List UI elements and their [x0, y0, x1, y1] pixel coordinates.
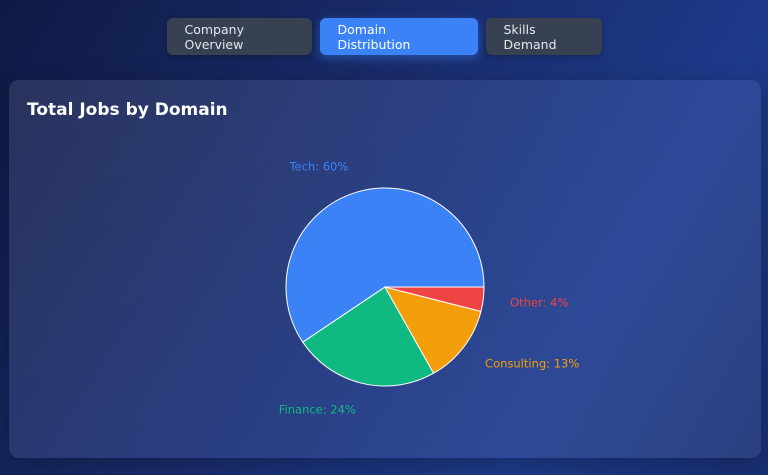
tab-company-overview[interactable]: Company Overview	[166, 18, 312, 55]
pie-chart: Tech: 60% Finance: 24% Consulting: 13% Othe…	[279, 159, 580, 417]
pie-label-other: Other: 4%	[510, 296, 568, 310]
pie-label-finance: Finance: 24%	[279, 403, 356, 417]
tab-domain-distribution[interactable]: Domain Distribution	[319, 18, 478, 55]
chart-card: Total Jobs by Domain Tech: 60% Finance: 2…	[9, 80, 761, 458]
tab-bar: Company Overview Domain Distribution Ski…	[0, 18, 768, 55]
pie-label-tech: Tech: 60%	[288, 159, 348, 173]
tab-skills-demand[interactable]: Skills Demand	[485, 18, 602, 55]
pie-label-consulting: Consulting: 13%	[485, 357, 579, 371]
